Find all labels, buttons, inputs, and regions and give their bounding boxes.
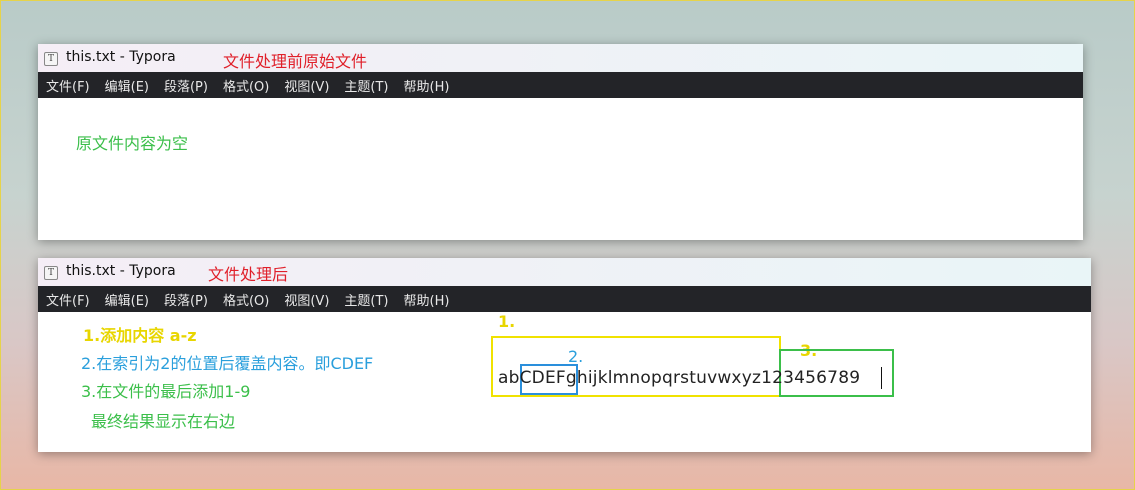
menu-edit[interactable]: 编辑(E) — [105, 290, 149, 309]
menu-format[interactable]: 格式(O) — [223, 76, 269, 95]
menu-file[interactable]: 文件(F) — [46, 290, 90, 309]
title-bar[interactable]: T this.txt - Typora 文件处理后 — [38, 258, 1091, 286]
menu-theme[interactable]: 主题(T) — [344, 76, 388, 95]
menu-paragraph[interactable]: 段落(P) — [164, 76, 208, 95]
typora-window-after: T this.txt - Typora 文件处理后 文件(F) 编辑(E) 段落… — [38, 258, 1091, 452]
annotation-step-2: 2.在索引为2的位置后覆盖内容。即CDEF — [81, 354, 374, 373]
label-1: 1. — [498, 312, 516, 331]
document-text: abCDEFghijklmnopqrstuvwxyz123456789 — [498, 368, 861, 388]
annotation-note: 文件处理后 — [208, 265, 289, 284]
editor-area[interactable]: 原文件内容为空 — [38, 98, 1083, 240]
typora-window-before: T this.txt - Typora 文件处理前原始文件 文件(F) 编辑(E… — [38, 44, 1083, 240]
annotation-note: 文件处理前原始文件 — [223, 52, 368, 71]
typora-app-icon: T — [44, 266, 58, 280]
editor-area[interactable]: 1.添加内容 a-z 2.在索引为2的位置后覆盖内容。即CDEF 3.在文件的最… — [38, 312, 1091, 452]
annotation-result: 最终结果显示在右边 — [91, 412, 236, 431]
title-bar[interactable]: T this.txt - Typora 文件处理前原始文件 — [38, 44, 1083, 72]
typora-app-icon: T — [44, 52, 58, 66]
text-caret — [881, 367, 882, 389]
menu-paragraph[interactable]: 段落(P) — [164, 290, 208, 309]
menu-bar: 文件(F) 编辑(E) 段落(P) 格式(O) 视图(V) 主题(T) 帮助(H… — [38, 286, 1091, 312]
menu-view[interactable]: 视图(V) — [284, 290, 329, 309]
menu-bar: 文件(F) 编辑(E) 段落(P) 格式(O) 视图(V) 主题(T) 帮助(H… — [38, 72, 1083, 98]
menu-edit[interactable]: 编辑(E) — [105, 76, 149, 95]
menu-help[interactable]: 帮助(H) — [404, 290, 450, 309]
window-title: this.txt - Typora — [66, 263, 176, 279]
menu-format[interactable]: 格式(O) — [223, 290, 269, 309]
menu-theme[interactable]: 主题(T) — [344, 290, 388, 309]
annotation-empty-note: 原文件内容为空 — [76, 134, 189, 153]
menu-file[interactable]: 文件(F) — [46, 76, 90, 95]
window-title: this.txt - Typora — [66, 49, 176, 65]
menu-help[interactable]: 帮助(H) — [404, 76, 450, 95]
menu-view[interactable]: 视图(V) — [284, 76, 329, 95]
annotation-step-1: 1.添加内容 a-z — [83, 326, 197, 345]
annotation-step-3: 3.在文件的最后添加1-9 — [81, 382, 251, 401]
